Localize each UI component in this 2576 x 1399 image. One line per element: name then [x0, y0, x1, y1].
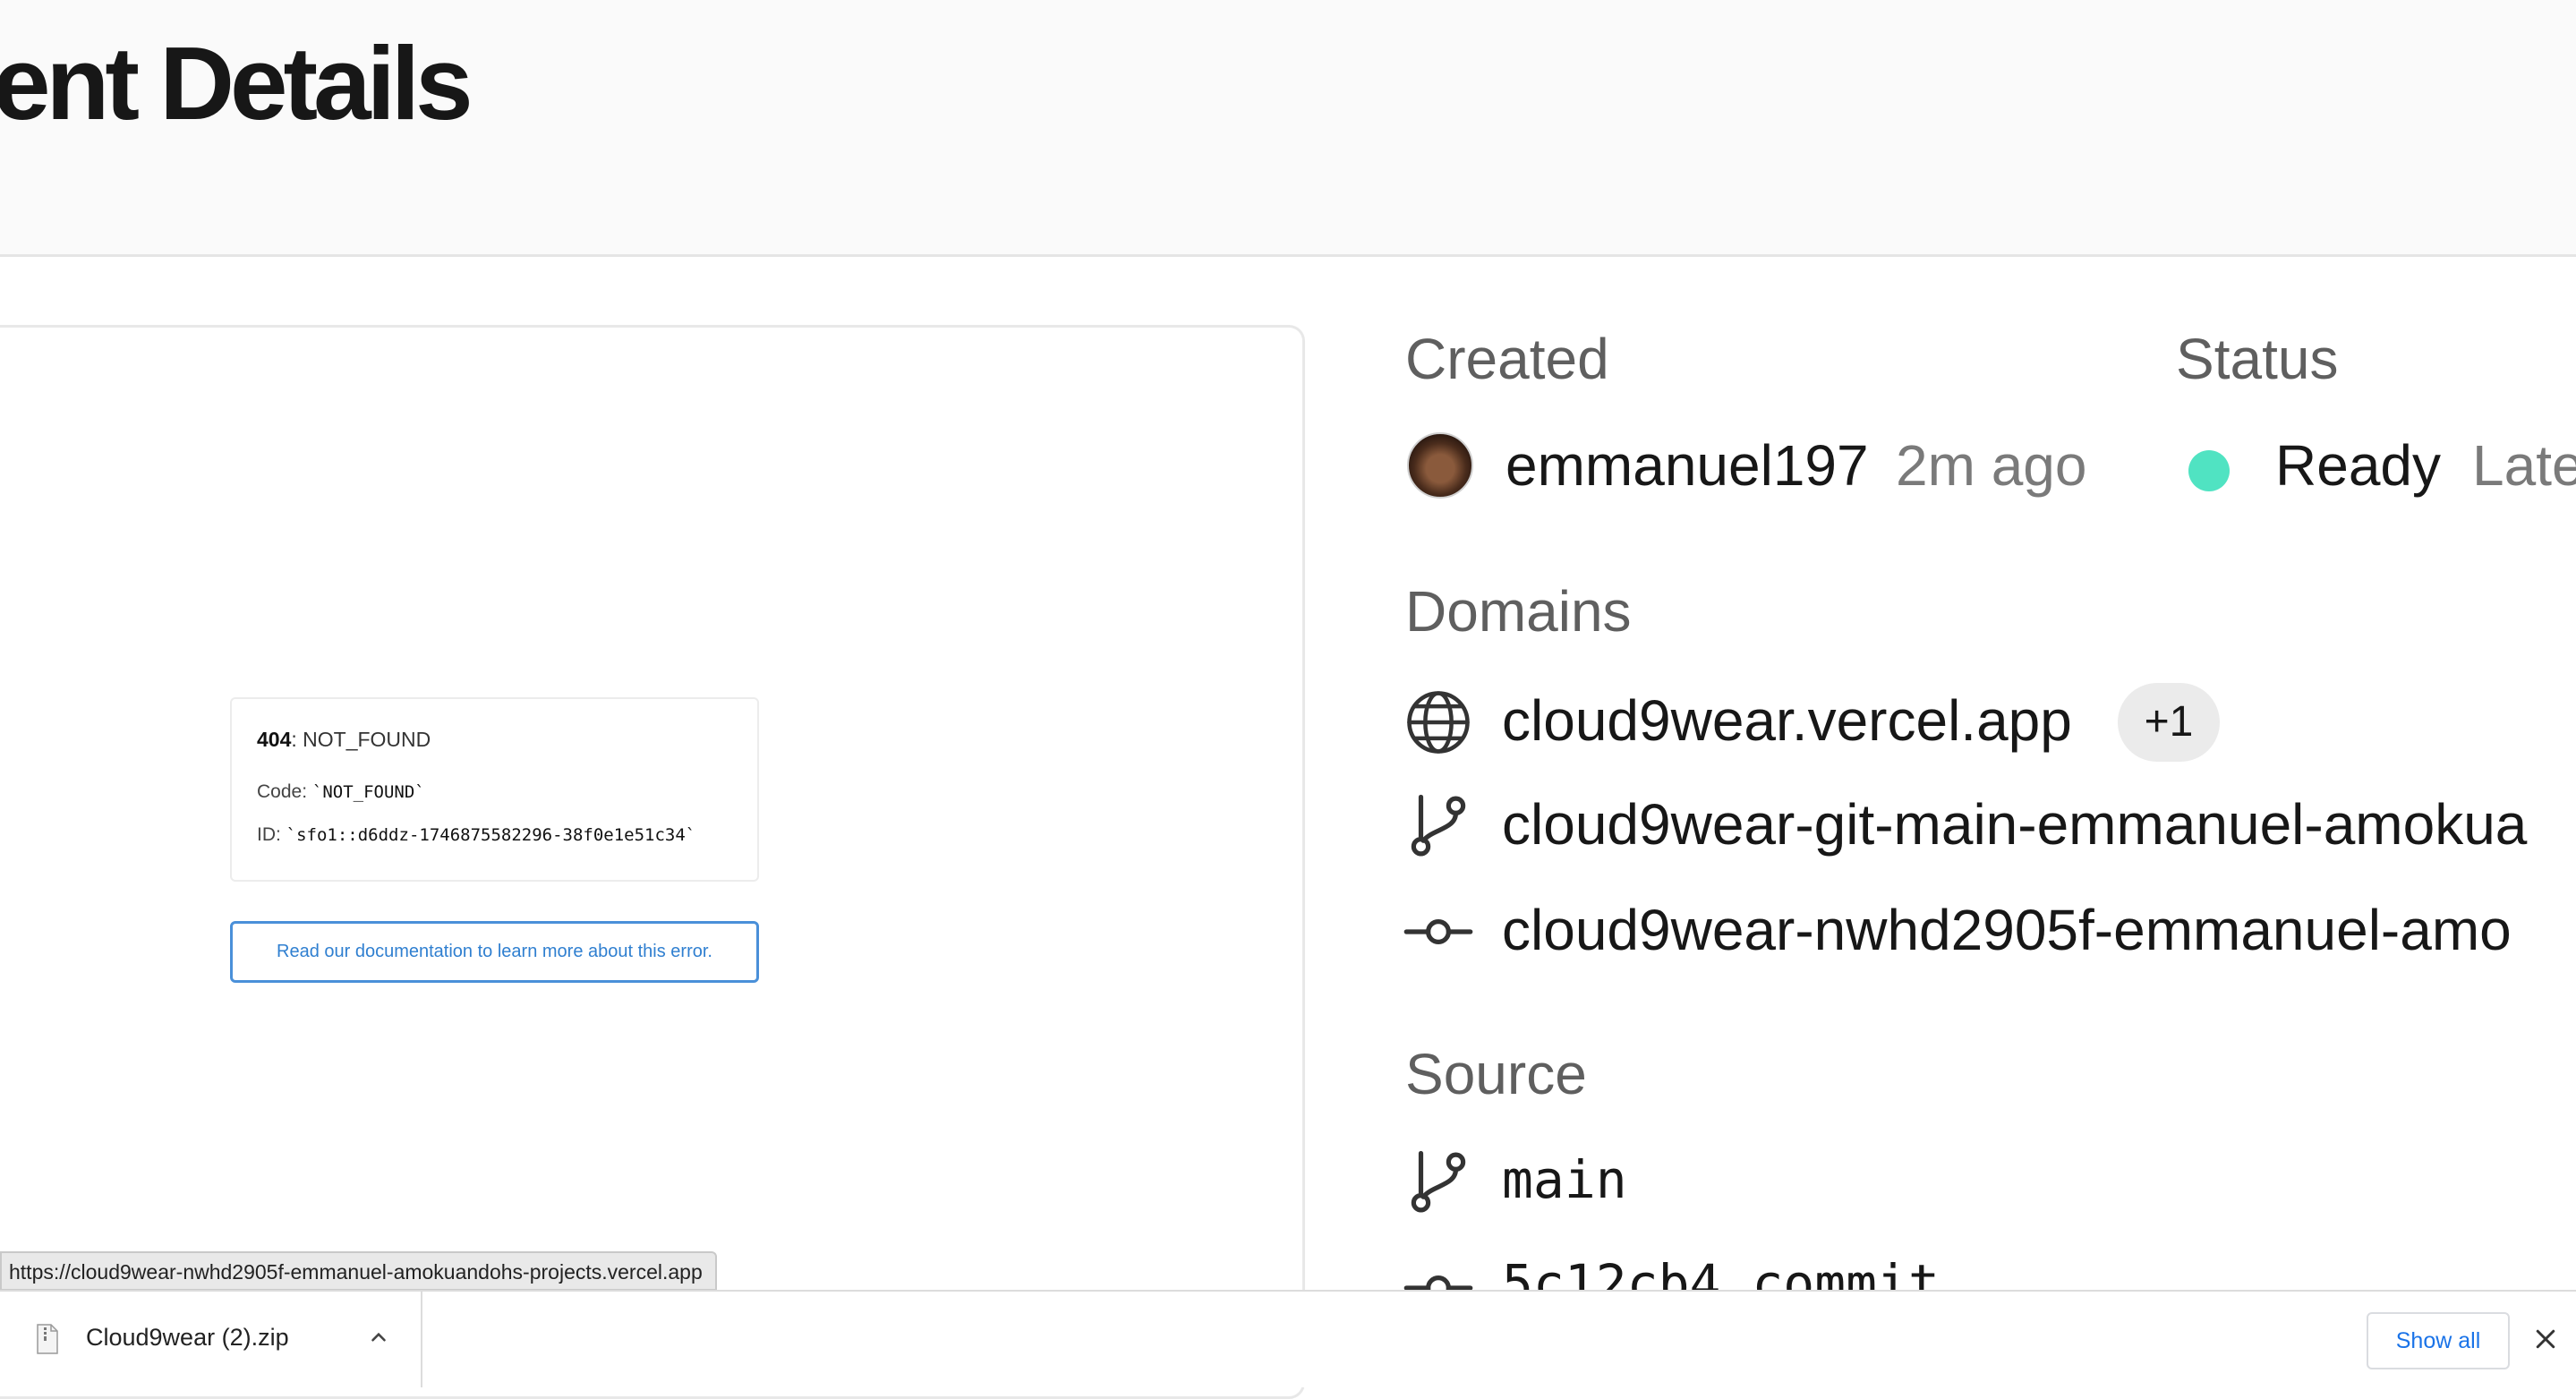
created-label: Created	[1405, 327, 1609, 391]
created-time: 2m ago	[1896, 433, 2087, 498]
error-id-value: `sfo1::d6ddz-1746875582296-38f0e1e51c34`	[286, 825, 696, 845]
git-commit-icon	[1403, 897, 1473, 967]
page-header: ent Details	[0, 0, 2576, 257]
avatar[interactable]	[1407, 432, 1473, 499]
download-bar: Cloud9wear (2).zip Show all	[0, 1290, 2576, 1387]
status-indicator	[2188, 450, 2230, 491]
zip-file-icon	[36, 1324, 59, 1359]
creator-name[interactable]: emmanuel197	[1506, 431, 1869, 500]
error-box: 404: NOT_FOUND Code: `NOT_FOUND` ID: `sf…	[230, 697, 759, 882]
download-item[interactable]: Cloud9wear (2).zip	[0, 1292, 422, 1387]
status-extra: Late	[2472, 433, 2576, 498]
error-status-code: 404	[257, 728, 292, 751]
status-bar-url: https://cloud9wear-nwhd2905f-emmanuel-am…	[0, 1251, 717, 1291]
git-branch-icon	[1403, 1147, 1473, 1217]
status-value: Ready	[2275, 433, 2441, 498]
domain-commit[interactable]: cloud9wear-nwhd2905f-emmanuel-amo	[1502, 896, 2512, 965]
domain-branch[interactable]: cloud9wear-git-main-emmanuel-amokua	[1502, 790, 2527, 859]
domains-label: Domains	[1405, 579, 1632, 644]
close-icon[interactable]	[2532, 1326, 2559, 1357]
status-label: Status	[2176, 327, 2339, 391]
documentation-link[interactable]: Read our documentation to learn more abo…	[230, 921, 759, 983]
error-id-label: ID:	[257, 824, 286, 845]
show-all-button[interactable]: Show all	[2367, 1312, 2510, 1369]
error-code-label: Code:	[257, 781, 312, 802]
git-branch-icon	[1403, 791, 1473, 861]
globe-icon	[1403, 687, 1473, 757]
error-status-text: : NOT_FOUND	[291, 728, 431, 751]
error-code-value: `NOT_FOUND`	[311, 782, 425, 802]
page-title: ent Details	[0, 25, 473, 141]
error-id: ID: `sfo1::d6ddz-1746875582296-38f0e1e51…	[257, 824, 695, 846]
chevron-up-icon[interactable]	[367, 1326, 390, 1353]
source-label: Source	[1405, 1042, 1587, 1106]
more-domains-badge[interactable]: +1	[2118, 683, 2220, 762]
error-title: 404: NOT_FOUND	[257, 728, 431, 752]
source-branch[interactable]: main	[1502, 1149, 1627, 1212]
download-file-name: Cloud9wear (2).zip	[86, 1324, 289, 1351]
domain-primary[interactable]: cloud9wear.vercel.app	[1502, 687, 2072, 755]
error-code: Code: `NOT_FOUND`	[257, 781, 425, 803]
